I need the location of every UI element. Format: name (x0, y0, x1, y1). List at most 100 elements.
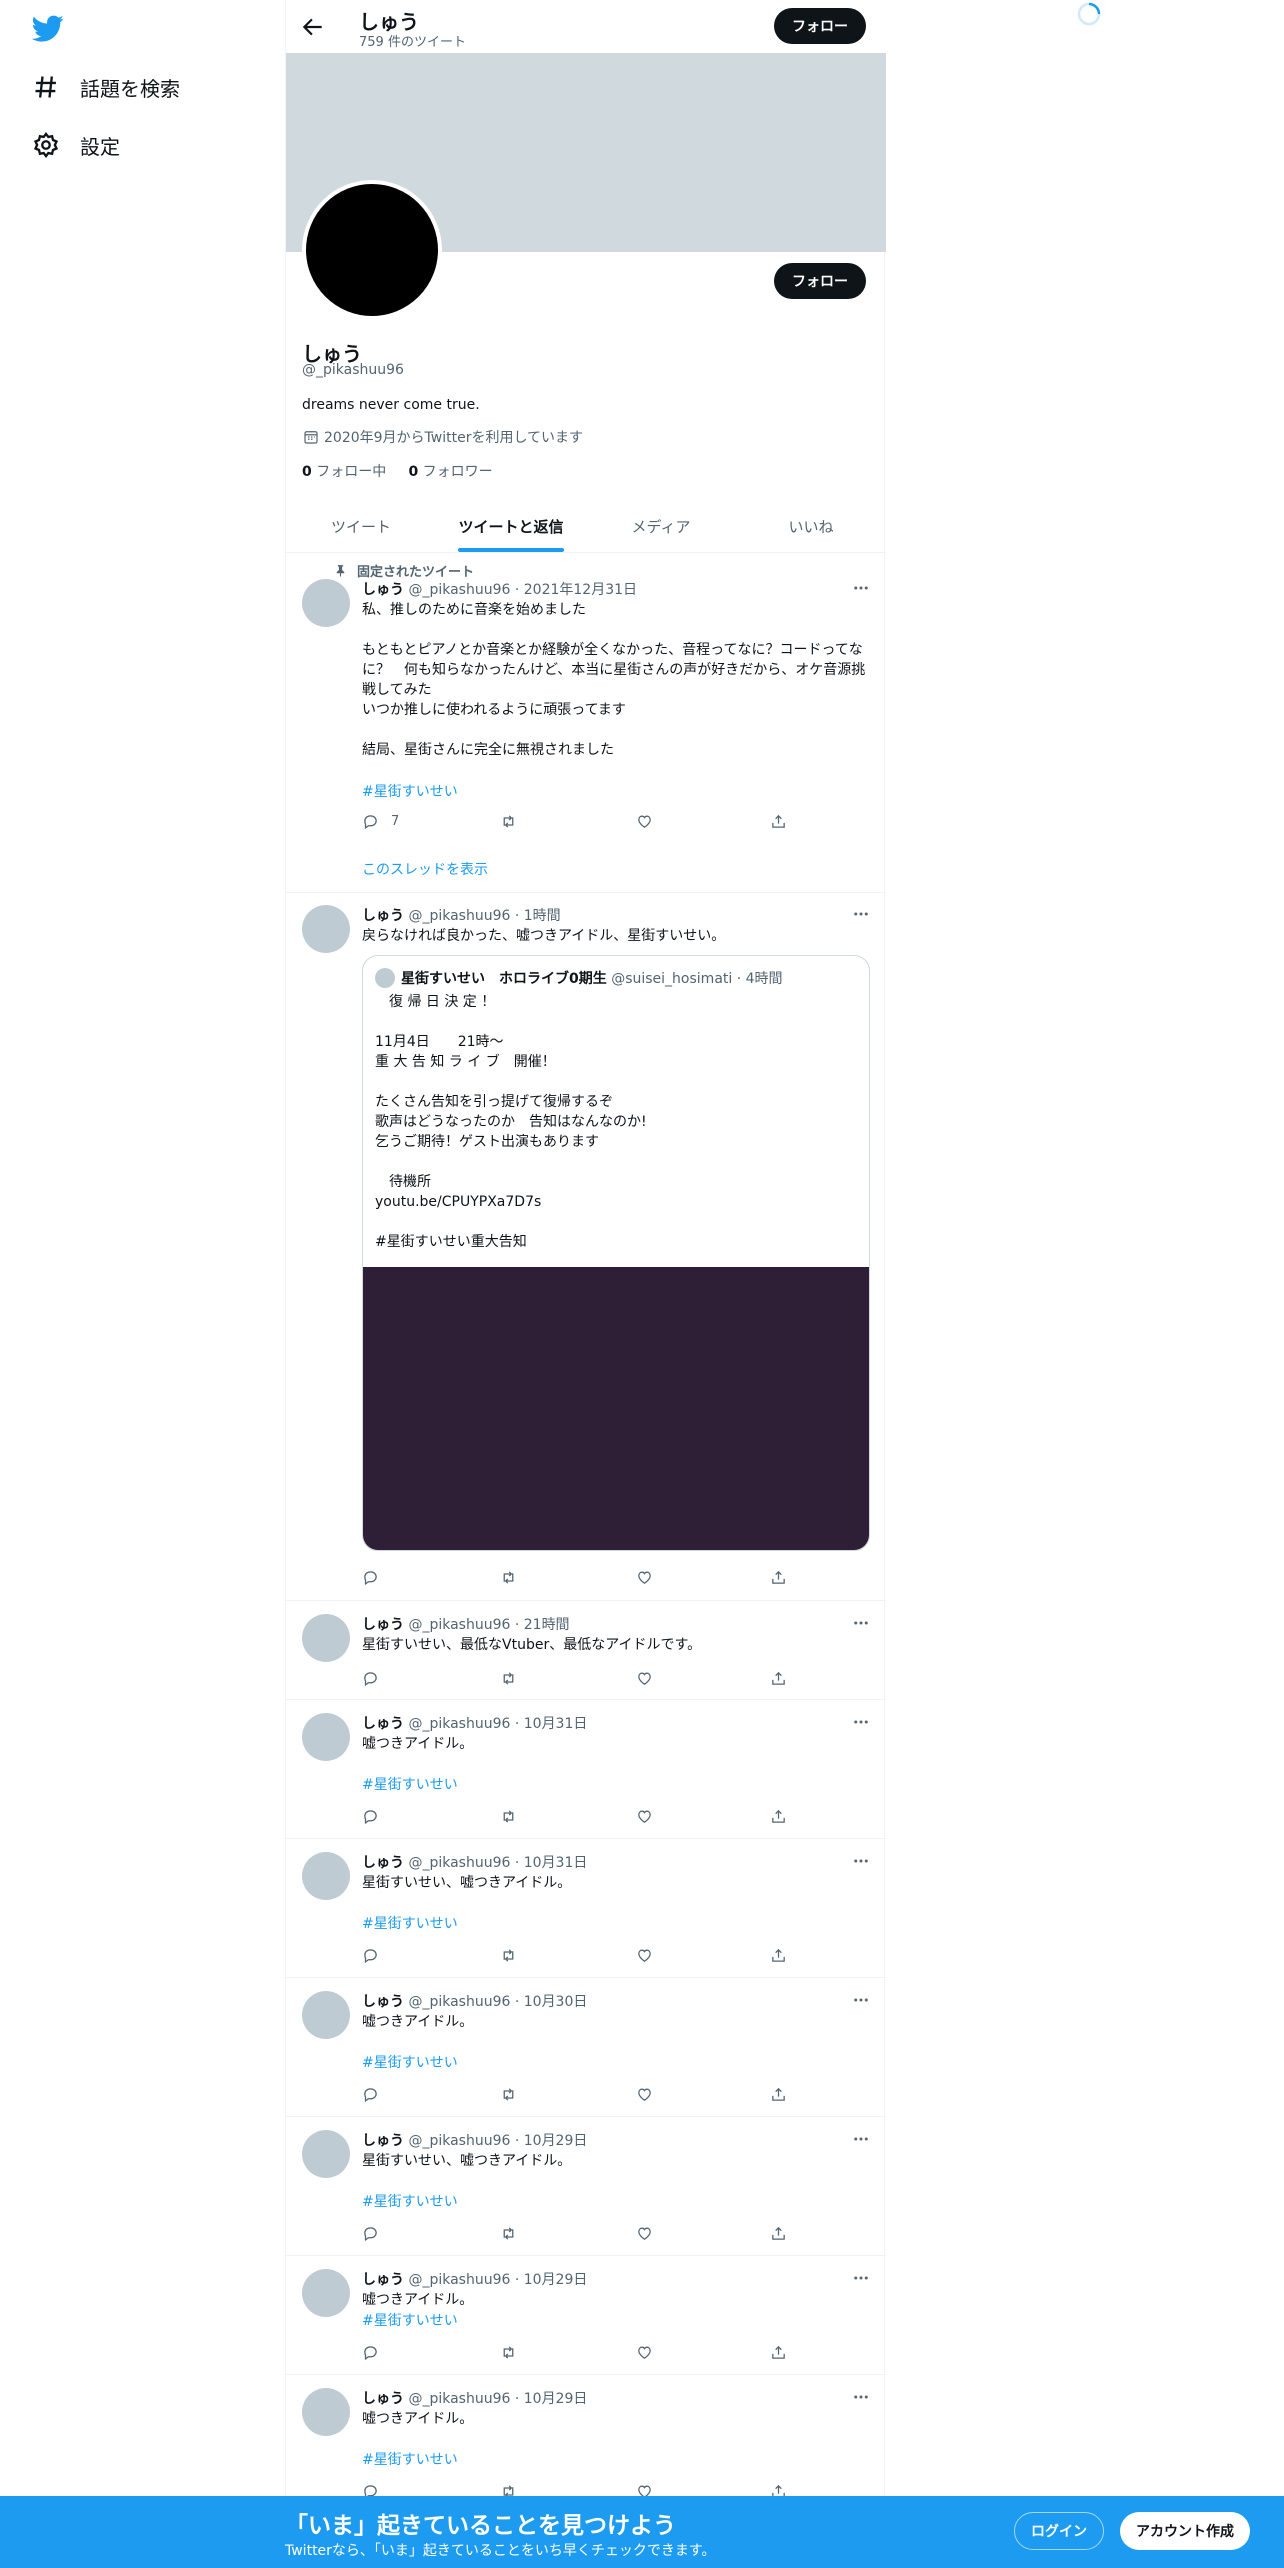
following-link[interactable]: 0 フォロー中 (302, 464, 386, 480)
tweet-avatar[interactable] (302, 1852, 350, 1900)
nav-explore[interactable]: 話題を検索 (32, 67, 180, 107)
retweet-icon (503, 2346, 514, 2359)
tweet-pinned[interactable]: 固定されたツイート しゅう @_pikashuu96 · 2021年12月31日… (286, 553, 886, 893)
tweet-quote[interactable]: しゅう @_pikashuu96 · 1時間 戻らなければ良かった、嘘つきアイド… (286, 893, 886, 1601)
retweet-button[interactable] (500, 1947, 517, 1964)
tweet[interactable]: しゅう @_pikashuu96 · 21時間 星街すいせい、最低なVtuber… (286, 1601, 886, 1700)
like-button[interactable] (636, 813, 653, 830)
reply-button[interactable]: 7 (362, 813, 399, 830)
share-button[interactable] (770, 2344, 787, 2361)
tweet-avatar[interactable] (302, 2388, 350, 2436)
tweet-author-name[interactable]: しゅう (362, 908, 404, 924)
tweet[interactable]: しゅう @_pikashuu96 · 10月29日 嘘つきアイドル。 #星街すい… (286, 2375, 886, 2514)
tweet-hashtag[interactable]: #星街すいせい (362, 2191, 458, 2211)
reply-button[interactable] (362, 2225, 379, 2242)
like-button[interactable] (636, 2086, 653, 2103)
tweet-author-name[interactable]: しゅう (362, 2391, 404, 2407)
profile-avatar[interactable] (302, 180, 442, 320)
more-icon[interactable] (852, 1991, 870, 2009)
tweet-meta: @_pikashuu96 · 1時間 (408, 908, 561, 924)
tweet-hashtag[interactable]: #星街すいせい (362, 1774, 458, 1794)
like-button[interactable] (636, 2344, 653, 2361)
like-button[interactable] (636, 1670, 653, 1687)
tweet-author-name[interactable]: しゅう (362, 2133, 404, 2149)
like-button[interactable] (636, 1947, 653, 1964)
tweet-meta: @_pikashuu96 · 21時間 (408, 1617, 570, 1633)
more-icon[interactable] (852, 1713, 870, 1731)
more-icon[interactable] (852, 579, 870, 597)
tweet-hashtag[interactable]: #星街すいせい (362, 2052, 458, 2072)
more-icon[interactable] (852, 1852, 870, 1870)
more-icon[interactable] (852, 905, 870, 923)
reply-icon (364, 1672, 377, 1687)
twitter-logo-icon[interactable] (30, 12, 66, 44)
quoted-tweet[interactable]: 星街すいせい ホロライブ0期生 @suisei_hosimati · 4時間 復… (362, 955, 870, 1551)
tab-likes[interactable]: いいね (736, 500, 886, 552)
reply-button[interactable] (362, 1947, 379, 1964)
back-arrow-icon[interactable] (300, 14, 326, 40)
more-icon[interactable] (852, 1614, 870, 1632)
tweet-hashtag[interactable]: #星街すいせい (362, 2310, 458, 2330)
tweet-author-name[interactable]: しゅう (362, 1617, 404, 1633)
tweet-author-name[interactable]: しゅう (362, 1994, 404, 2010)
like-button[interactable] (636, 1569, 653, 1586)
reply-button[interactable] (362, 2086, 379, 2103)
retweet-button[interactable] (500, 1808, 517, 1825)
heart-icon (638, 2346, 651, 2359)
tweet-author-name[interactable]: しゅう (362, 1716, 404, 1732)
retweet-button[interactable] (500, 1569, 517, 1586)
tweet-author-name[interactable]: しゅう (362, 582, 404, 598)
show-thread-link[interactable]: このスレッドを表示 (362, 859, 488, 879)
tweet[interactable]: しゅう @_pikashuu96 · 10月30日 嘘つきアイドル。 #星街すい… (286, 1978, 886, 2117)
share-button[interactable] (770, 2225, 787, 2242)
tweet-text: 星街すいせい、嘘つきアイドル。 (362, 2153, 572, 2169)
tweet[interactable]: しゅう @_pikashuu96 · 10月29日 嘘つきアイドル。 #星街すい… (286, 2256, 886, 2375)
tweet-author-name[interactable]: しゅう (362, 1855, 404, 1871)
more-icon[interactable] (852, 2388, 870, 2406)
tweet-avatar[interactable] (302, 2130, 350, 2178)
tweet-hashtag[interactable]: #星街すいせい (362, 781, 458, 801)
tweet-meta: @_pikashuu96 · 10月30日 (408, 1994, 588, 2010)
tab-tweets-and-replies[interactable]: ツイートと返信 (436, 500, 586, 552)
tweet-avatar[interactable] (302, 1991, 350, 2039)
reply-button[interactable] (362, 2344, 379, 2361)
tweet-author-name[interactable]: しゅう (362, 2272, 404, 2288)
like-button[interactable] (636, 2225, 653, 2242)
share-button[interactable] (770, 813, 787, 830)
tweet-avatar[interactable] (302, 2269, 350, 2317)
like-button[interactable] (636, 1808, 653, 1825)
retweet-button[interactable] (500, 2225, 517, 2242)
tweet-avatar[interactable] (302, 1713, 350, 1761)
retweet-button[interactable] (500, 2344, 517, 2361)
share-button[interactable] (770, 1947, 787, 1964)
quoted-media[interactable] (363, 1267, 869, 1550)
share-button[interactable] (770, 2086, 787, 2103)
share-button[interactable] (770, 1569, 787, 1586)
reply-button[interactable] (362, 1670, 379, 1687)
share-button[interactable] (770, 1808, 787, 1825)
signup-button[interactable]: アカウント作成 (1120, 2512, 1250, 2550)
profile-follow-button[interactable]: フォロー (774, 263, 866, 299)
tweet[interactable]: しゅう @_pikashuu96 · 10月29日 星街すいせい、嘘つきアイドル… (286, 2117, 886, 2256)
nav-settings[interactable]: 設定 (32, 125, 120, 165)
tweet[interactable]: しゅう @_pikashuu96 · 10月31日 嘘つきアイドル。 #星街すい… (286, 1700, 886, 1839)
tweet[interactable]: しゅう @_pikashuu96 · 10月31日 星街すいせい、嘘つきアイドル… (286, 1839, 886, 1978)
tab-tweets[interactable]: ツイート (286, 500, 436, 552)
tweet-avatar[interactable] (302, 1614, 350, 1662)
retweet-button[interactable] (500, 2086, 517, 2103)
tweet-avatar[interactable] (302, 579, 350, 627)
tweet-hashtag[interactable]: #星街すいせい (362, 2449, 458, 2469)
retweet-button[interactable] (500, 813, 517, 830)
header-follow-button[interactable]: フォロー (774, 8, 866, 44)
tweet-hashtag[interactable]: #星街すいせい (362, 1913, 458, 1933)
retweet-button[interactable] (500, 1670, 517, 1687)
more-icon[interactable] (852, 2130, 870, 2148)
tab-media[interactable]: メディア (586, 500, 736, 552)
more-icon[interactable] (852, 2269, 870, 2287)
login-button[interactable]: ログイン (1014, 2512, 1104, 2550)
tweet-avatar[interactable] (302, 905, 350, 953)
reply-button[interactable] (362, 1808, 379, 1825)
reply-button[interactable] (362, 1569, 379, 1586)
followers-link[interactable]: 0 フォロワー (408, 464, 492, 480)
share-button[interactable] (770, 1670, 787, 1687)
